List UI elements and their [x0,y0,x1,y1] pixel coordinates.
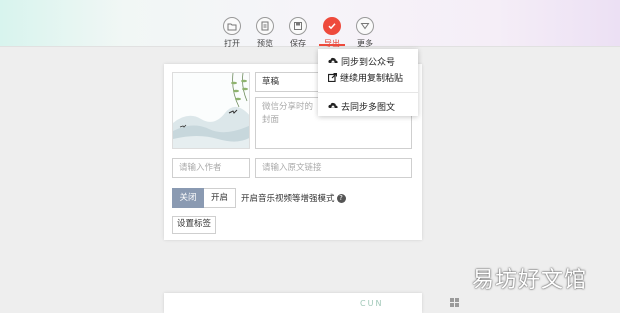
save-button[interactable]: 保存 [280,17,316,49]
more-button[interactable]: 更多 [347,17,383,49]
cover-image[interactable] [172,72,250,149]
chevron-down-icon [356,17,374,35]
menu-item-sync-official-account[interactable]: 同步到公众号 [328,55,395,68]
enhanced-mode-text: 开启音乐视频等增强模式 [241,194,335,204]
open-button[interactable]: 打开 [214,17,250,49]
article-content-card: CUN [164,293,422,313]
source-link-input[interactable]: 请输入原文链接 [255,158,412,178]
watermark: 易坊好文馆 [472,268,588,293]
help-icon[interactable]: ? [336,194,346,203]
set-tags-button[interactable]: 设置标签 [172,216,217,234]
save-icon [289,17,307,35]
menu-item-label: 继续用复制粘贴 [340,74,404,84]
menu-item-copy-paste[interactable]: 继续用复制粘贴 [328,71,403,84]
check-icon [323,17,341,35]
enhanced-mode-toggle[interactable]: 关闭 开启 [172,188,236,208]
top-toolbar: 打开 预览 保存 导出 更多 [0,0,620,49]
cloud-upload-icon [328,102,338,110]
preview-icon [256,17,274,35]
export-button[interactable]: 导出 [314,17,350,49]
menu-item-sync-multi-article[interactable]: 去同步多图文 [328,100,395,113]
toggle-off-button[interactable]: 关闭 [172,188,204,208]
menu-divider [318,92,418,93]
export-label: 导出 [324,39,340,48]
menu-item-label: 去同步多图文 [341,103,396,113]
preview-label: 预览 [257,39,273,48]
cloud-upload-icon [328,57,338,65]
open-label: 打开 [224,39,240,48]
preview-button[interactable]: 预览 [247,17,283,49]
toggle-on-button[interactable]: 开启 [204,188,236,208]
enhanced-mode-label: 开启音乐视频等增强模式? [241,192,346,204]
save-label: 保存 [290,39,306,48]
export-dropdown-menu: 同步到公众号 继续用复制粘贴 去同步多图文 [318,49,418,116]
grid-icon[interactable] [450,298,459,307]
article-content-preview: CUN [360,299,384,308]
more-label: 更多 [357,39,373,48]
external-link-icon [328,73,337,82]
folder-icon [223,17,241,35]
author-input[interactable]: 请输入作者 [172,158,250,178]
menu-item-label: 同步到公众号 [341,58,396,68]
